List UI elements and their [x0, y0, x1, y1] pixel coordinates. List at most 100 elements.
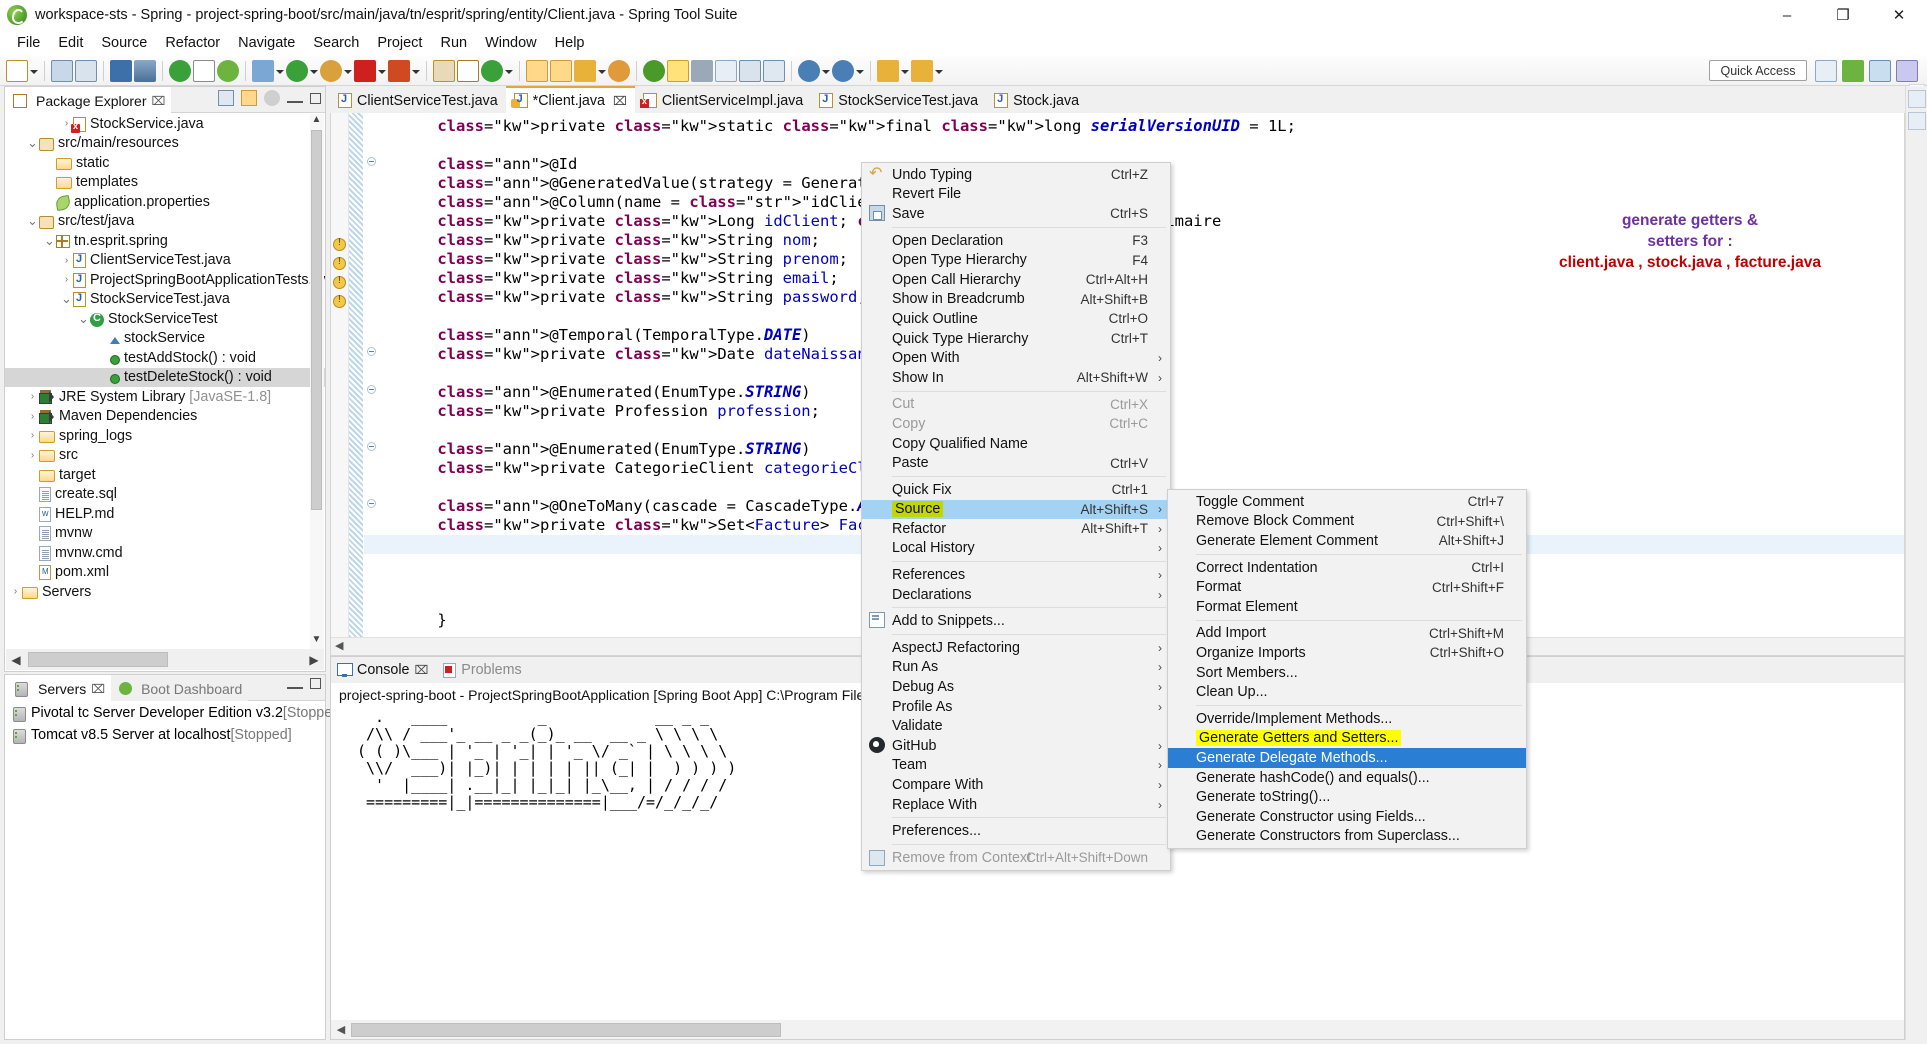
menu-item-compare-with[interactable]: Compare With › — [862, 775, 1170, 795]
menu-item-revert-file[interactable]: Revert File — [862, 185, 1170, 205]
aspect-icon[interactable] — [608, 59, 630, 82]
chevron-down-icon[interactable]: ⌄ — [60, 292, 73, 305]
tree-item[interactable]: application.properties — [5, 192, 325, 212]
task-list-view-icon[interactable] — [1907, 112, 1926, 130]
warning-marker-icon[interactable] — [333, 237, 346, 251]
tab-problems[interactable]: Problems — [442, 662, 522, 678]
menu-item-aspectj-refactoring[interactable]: AspectJ Refactoring › — [862, 638, 1170, 658]
hscroll-thumb[interactable] — [28, 652, 168, 667]
new-annotation-icon[interactable] — [481, 59, 503, 82]
view-menu-icon[interactable] — [264, 90, 280, 106]
fold-collapse-icon[interactable] — [367, 499, 376, 508]
scroll-left-icon[interactable]: ◀ — [6, 653, 26, 667]
source-item-generate-tostring[interactable]: Generate toString()... — [1168, 787, 1526, 807]
source-item-sort-members[interactable]: Sort Members... — [1168, 663, 1526, 683]
source-item-generate-constructor-using-fields[interactable]: Generate Constructor using Fields... — [1168, 807, 1526, 827]
tree-item[interactable]: › ProjectSpringBootApplicationTests.java — [5, 270, 325, 290]
tree-item[interactable]: › spring_logs — [5, 426, 325, 446]
editor-marker-ruler[interactable] — [331, 113, 349, 637]
task-list-icon[interactable] — [739, 59, 761, 82]
fold-collapse-icon[interactable] — [367, 157, 376, 166]
source-item-format[interactable]: Format Ctrl+Shift+F — [1168, 577, 1526, 597]
menu-refactor[interactable]: Refactor — [156, 33, 229, 53]
open-type-icon[interactable] — [526, 59, 548, 82]
menu-item-open-with[interactable]: Open With › — [862, 348, 1170, 368]
source-item-generate-getters-and-setters[interactable]: Generate Getters and Setters... — [1168, 729, 1526, 749]
chevron-down-icon[interactable]: ⌄ — [43, 234, 56, 247]
source-item-generate-constructors-from-superclass[interactable]: Generate Constructors from Superclass... — [1168, 827, 1526, 847]
source-item-generate-delegate-methods[interactable]: Generate Delegate Methods... — [1168, 748, 1526, 768]
debug-icon[interactable] — [252, 59, 274, 82]
menu-item-show-in-breadcrumb[interactable]: Show in Breadcrumb Alt+Shift+B — [862, 290, 1170, 310]
tree-item[interactable]: ›StockService.java — [5, 114, 325, 134]
new-dropdown-icon[interactable] — [29, 60, 39, 82]
perspective-javaee-icon[interactable] — [1896, 60, 1918, 82]
save-icon[interactable] — [51, 59, 73, 82]
tree-item[interactable]: › Maven Dependencies — [5, 407, 325, 427]
tree-item[interactable]: › Servers — [5, 582, 325, 602]
chevron-right-icon[interactable]: › — [26, 391, 39, 402]
marker-icon[interactable] — [667, 59, 689, 82]
coverage-dropdown-icon[interactable] — [343, 60, 353, 82]
editor-tab[interactable]: Stock.java — [986, 88, 1088, 113]
tree-item[interactable]: target — [5, 465, 325, 485]
chevron-right-icon[interactable]: › — [26, 430, 39, 441]
pin-icon[interactable] — [691, 59, 713, 82]
stop-dropdown-icon[interactable] — [377, 60, 387, 82]
menu-item-debug-as[interactable]: Debug As › — [862, 677, 1170, 697]
menu-source[interactable]: Source — [92, 33, 156, 53]
tree-item[interactable]: testAddStock() : void — [5, 348, 325, 368]
fold-collapse-icon[interactable] — [367, 385, 376, 394]
tree-item[interactable]: › ClientServiceTest.java — [5, 251, 325, 271]
tree-item[interactable]: stockService — [5, 329, 325, 349]
source-item-remove-block-comment[interactable]: Remove Block Comment Ctrl+Shift+\ — [1168, 512, 1526, 532]
perspective-spring-icon[interactable] — [1842, 60, 1864, 82]
new-class-icon[interactable] — [433, 59, 455, 82]
collapse-all-icon[interactable] — [218, 90, 234, 106]
run-icon[interactable] — [286, 59, 308, 82]
menu-item-source[interactable]: Source Alt+Shift+S › — [862, 499, 1170, 520]
prev-annotation-icon[interactable] — [877, 59, 899, 82]
scroll-right-icon[interactable]: ▶ — [304, 653, 324, 667]
next-annotation-icon[interactable] — [911, 59, 933, 82]
tab-boot-dashboard[interactable]: Boot Dashboard — [111, 674, 249, 701]
source-item-override-implement-methods[interactable]: Override/Implement Methods... — [1168, 709, 1526, 729]
menu-item-open-call-hierarchy[interactable]: Open Call Hierarchy Ctrl+Alt+H — [862, 270, 1170, 290]
open-task-icon[interactable] — [193, 59, 215, 82]
scroll-down-icon[interactable]: ▼ — [310, 634, 323, 649]
close-icon[interactable]: ⌧ — [91, 682, 105, 696]
menu-item-team[interactable]: Team › — [862, 756, 1170, 776]
editor-tab[interactable]: ClientServiceImpl.java — [634, 88, 812, 113]
quick-access-input[interactable]: Quick Access — [1709, 60, 1807, 81]
editor-tab[interactable]: *Client.java ⌧ — [505, 86, 635, 113]
relaunch-icon[interactable] — [388, 59, 410, 82]
tree-item[interactable]: ⌄ tn.esprit.spring — [5, 231, 325, 251]
relaunch-dropdown-icon[interactable] — [411, 60, 421, 82]
tree-item[interactable]: static — [5, 153, 325, 173]
menu-item-open-type-hierarchy[interactable]: Open Type Hierarchy F4 — [862, 250, 1170, 270]
back-dropdown-icon[interactable] — [821, 60, 831, 82]
forward-dropdown-icon[interactable] — [855, 60, 865, 82]
maximize-view-icon[interactable] — [310, 678, 321, 689]
editor-tab[interactable]: StockServiceTest.java — [811, 88, 987, 113]
menu-item-replace-with[interactable]: Replace With › — [862, 795, 1170, 815]
open-perspective-icon[interactable] — [1815, 60, 1837, 82]
scroll-up-icon[interactable]: ▲ — [310, 114, 323, 129]
menu-item-preferences[interactable]: Preferences... — [862, 821, 1170, 841]
menu-window[interactable]: Window — [476, 33, 546, 53]
tree-item[interactable]: › src — [5, 446, 325, 466]
tree-item[interactable]: ⌄ StockServiceTest — [5, 309, 325, 329]
menu-edit[interactable]: Edit — [49, 33, 92, 53]
package-explorer-hscrollbar[interactable]: ◀ ▶ — [6, 649, 324, 670]
tree-item[interactable]: mvnw.cmd — [5, 543, 325, 563]
chevron-down-icon[interactable]: ⌄ — [77, 312, 90, 325]
menu-item-quick-outline[interactable]: Quick Outline Ctrl+O — [862, 309, 1170, 329]
warning-marker-icon[interactable] — [333, 275, 346, 289]
perspective-java-icon[interactable] — [1869, 60, 1891, 82]
source-item-organize-imports[interactable]: Organize Imports Ctrl+Shift+O — [1168, 643, 1526, 663]
search-icon[interactable] — [574, 59, 596, 82]
run-coverage-icon[interactable] — [320, 59, 342, 82]
new-icon[interactable] — [6, 59, 28, 82]
maximize-view-icon[interactable] — [310, 92, 321, 104]
forward-icon[interactable] — [832, 59, 854, 82]
